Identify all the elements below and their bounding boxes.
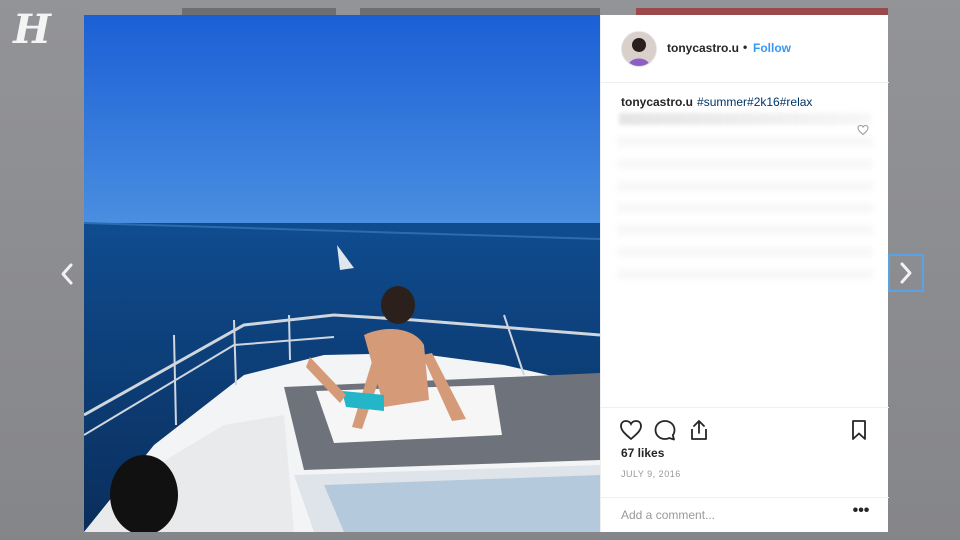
comment-input[interactable]	[619, 504, 843, 526]
username-link[interactable]: tonycastro.u	[667, 41, 739, 55]
speech-bubble-icon	[654, 420, 676, 441]
post-sidebar: tonycastro.u • Follow tonycastro.u #summe…	[600, 15, 889, 532]
like-button[interactable]	[619, 418, 645, 444]
avatar-image	[622, 32, 656, 66]
post-date[interactable]: JULY 9, 2016	[621, 469, 681, 479]
chevron-right-icon	[900, 262, 912, 284]
post-actions: 67 likes JULY 9, 2016	[601, 407, 889, 497]
save-button[interactable]	[847, 418, 873, 444]
blurred-comment	[619, 113, 871, 125]
follow-button[interactable]: Follow	[753, 41, 791, 55]
post-header: tonycastro.u • Follow	[601, 15, 889, 83]
site-logo[interactable]: H	[12, 8, 52, 52]
boat-photo-image	[84, 15, 600, 532]
previous-post-button[interactable]	[49, 256, 85, 292]
avatar[interactable]	[621, 31, 657, 67]
heart-icon	[620, 420, 642, 441]
comment-button[interactable]	[653, 418, 679, 444]
post-photo	[84, 15, 600, 532]
separator-dot: •	[743, 40, 748, 54]
chevron-left-icon	[61, 263, 73, 285]
post-modal: tonycastro.u • Follow tonycastro.u #summe…	[84, 15, 889, 532]
next-post-button[interactable]	[888, 254, 924, 292]
heart-icon	[857, 124, 869, 136]
more-options-button[interactable]: •••	[849, 503, 873, 524]
post-caption: tonycastro.u #summer#2k16#relax	[621, 95, 812, 109]
caption-hashtags[interactable]: #summer#2k16#relax	[697, 95, 812, 109]
likes-count[interactable]: 67 likes	[621, 446, 664, 460]
share-icon	[691, 420, 707, 440]
add-comment-bar: •••	[601, 497, 889, 532]
caption-username[interactable]: tonycastro.u	[621, 95, 693, 109]
comments-area	[617, 137, 873, 287]
bookmark-icon	[852, 420, 866, 440]
share-button[interactable]	[687, 418, 713, 444]
